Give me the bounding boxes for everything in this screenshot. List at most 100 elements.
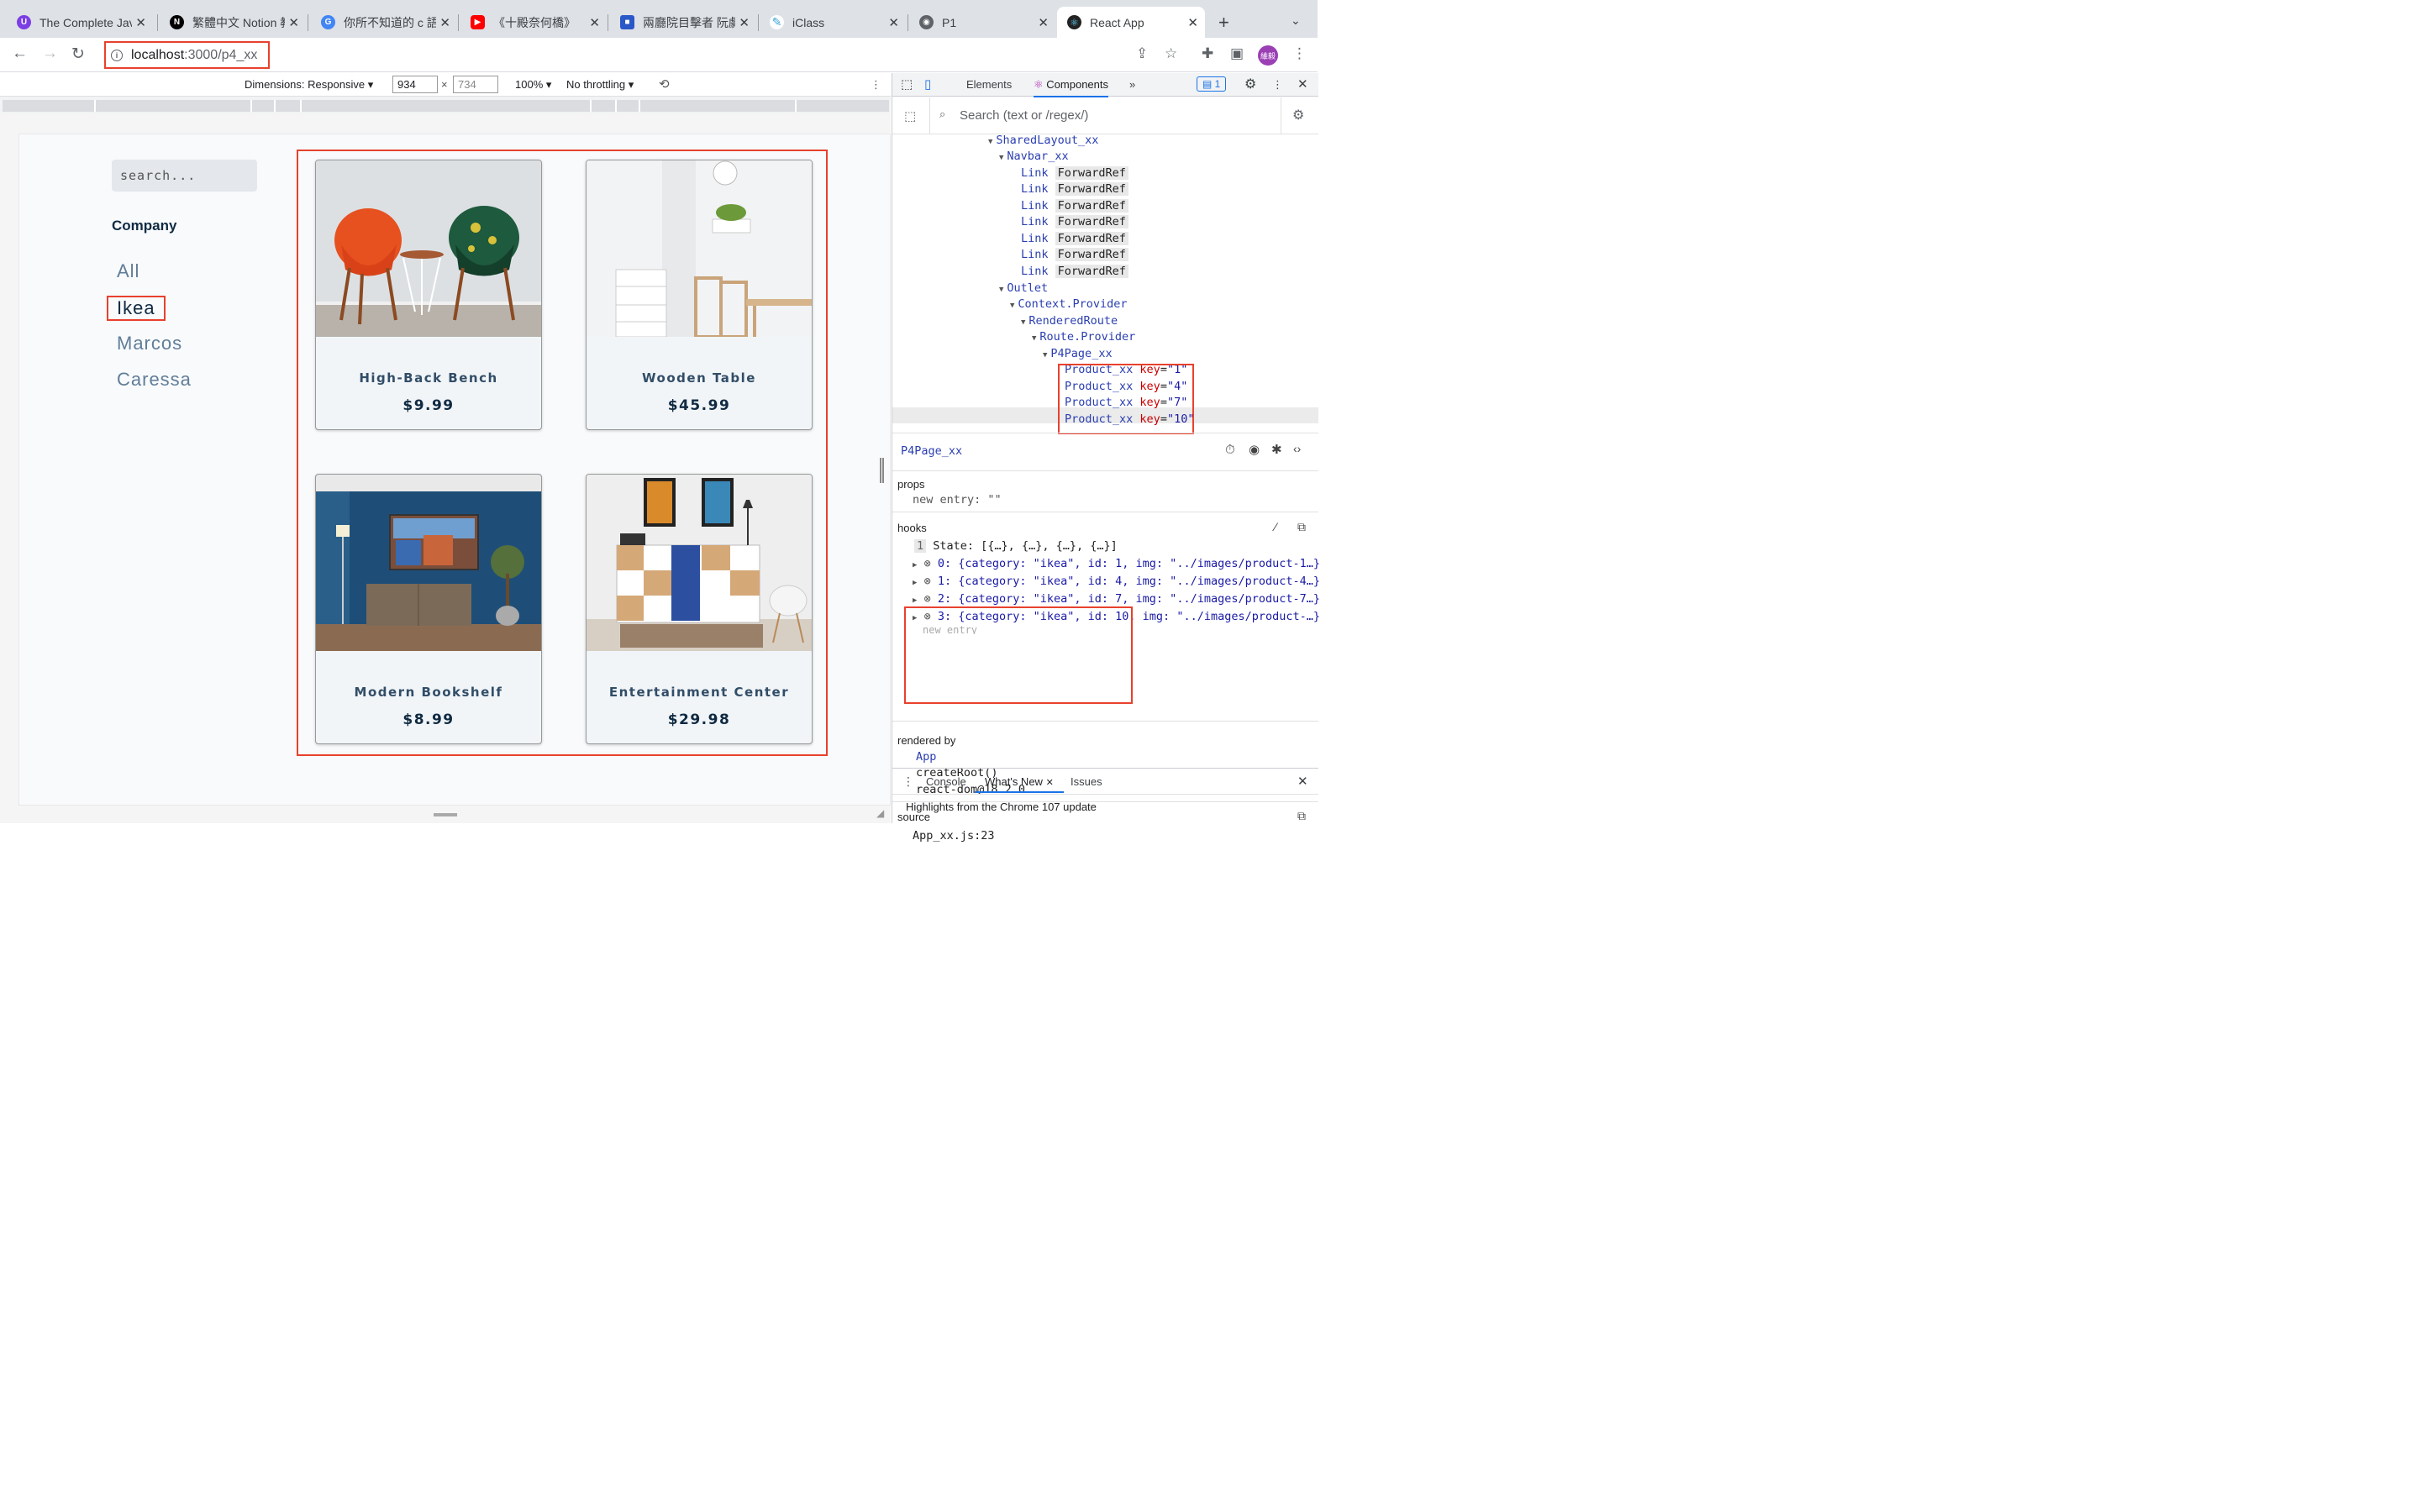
devtools-tabbar: ⬚ ▯ Elements ⚛ Components » ▤ 1 ⚙ ⋮ ✕ (892, 73, 1318, 97)
product-card[interactable]: Modern Bookshelf $8.99 (315, 474, 542, 744)
tree-node[interactable]: ▼ Navbar_xx (999, 149, 1069, 165)
close-tab-icon[interactable]: ✕ (1046, 778, 1054, 788)
search-input[interactable] (112, 160, 257, 192)
select-element-icon[interactable]: ⬚ (904, 108, 916, 123)
new-tab-icon[interactable]: + (1218, 12, 1229, 34)
tree-node[interactable]: Link ForwardRef (1021, 165, 1128, 181)
eye-icon[interactable]: ◉ (1249, 442, 1260, 457)
throttle-select[interactable]: No throttling ▾ (566, 78, 634, 92)
rendered-by-app[interactable]: App (916, 750, 936, 764)
drawer-tab-whats-new[interactable]: What's New ✕ (975, 769, 1064, 793)
inspect-cursor-icon[interactable]: ⬚ (901, 76, 913, 92)
kebab-icon[interactable]: ⋮ (1272, 78, 1283, 92)
tab-elements[interactable]: Elements (966, 78, 1012, 91)
tree-node-selected[interactable]: ▼ P4Page_xx (1043, 346, 1113, 362)
code-icon[interactable]: ‹› (1293, 442, 1301, 455)
tab-react-app[interactable]: ⚛ React App ✕ (1057, 7, 1205, 38)
dimensions-select[interactable]: Dimensions: Responsive ▾ (245, 78, 373, 92)
info-icon[interactable]: i (111, 49, 123, 61)
product-name: Modern Bookshelf (354, 685, 503, 700)
drawer-menu-icon[interactable]: ⋮ (902, 774, 914, 789)
star-icon[interactable]: ☆ (1165, 45, 1177, 62)
tree-node[interactable]: Link ForwardRef (1021, 231, 1128, 247)
category-ikea[interactable]: Ikea (107, 296, 166, 321)
close-tab-icon[interactable]: ✕ (1038, 15, 1049, 30)
tree-node[interactable]: ▼ RenderedRoute (1021, 313, 1118, 329)
tree-node[interactable]: Link ForwardRef (1021, 247, 1128, 263)
category-marcos[interactable]: Marcos (117, 333, 182, 354)
forward-arrow-icon[interactable]: → (42, 45, 58, 63)
tab-java[interactable]: U The Complete Java ✕ (0, 7, 153, 38)
side-resize-handle[interactable] (880, 458, 884, 483)
close-tab-icon[interactable]: ✕ (1187, 15, 1198, 30)
magic-wand-icon[interactable]: ⁄ (1275, 520, 1276, 533)
product-card[interactable]: Entertainment Center $29.98 (586, 474, 813, 744)
bottom-resize-handle[interactable] (434, 813, 457, 816)
tree-node[interactable]: Link ForwardRef (1021, 214, 1128, 230)
tree-node[interactable]: Link ForwardRef (1021, 264, 1128, 280)
bug-icon[interactable]: ✱ (1271, 442, 1282, 457)
rotate-icon[interactable]: ⟲ (659, 76, 670, 92)
avatar[interactable]: 維毅 (1258, 45, 1278, 66)
state-item[interactable]: ▶ ⊗ 0: {category: "ikea", id: 1, img: ".… (913, 557, 1320, 570)
component-search-input[interactable]: Search (text or /regex/) (960, 108, 1088, 123)
settings-gear-icon[interactable]: ⚙ (1292, 107, 1304, 123)
close-drawer-icon[interactable]: ✕ (1297, 774, 1308, 789)
product-card[interactable]: Wooden Table $45.99 (586, 160, 813, 430)
extensions-icon[interactable]: ✚ (1202, 45, 1213, 62)
drawer-tab-console[interactable]: Console (926, 775, 966, 788)
close-tab-icon[interactable]: ✕ (439, 15, 450, 30)
drawer-tab-issues[interactable]: Issues (1071, 775, 1102, 788)
source-location[interactable]: App_xx.js:23 (913, 829, 995, 843)
reload-icon[interactable]: ↻ (71, 45, 85, 64)
copy-icon[interactable]: ⧉ (1297, 520, 1306, 534)
tab-p1[interactable]: ◉ P1 ✕ (902, 7, 1055, 38)
gear-icon[interactable]: ⚙ (1244, 76, 1256, 92)
props-entry[interactable]: new entry: "" (913, 493, 1002, 507)
tree-node[interactable]: Link ForwardRef (1021, 181, 1128, 197)
close-tab-icon[interactable]: ✕ (888, 15, 899, 30)
issues-badge[interactable]: ▤ 1 (1197, 76, 1227, 92)
expand-arrow-icon: ▶ (913, 579, 918, 587)
chevron-down-icon[interactable]: ⌄ (1291, 13, 1301, 28)
issues-count: 1 (1214, 78, 1221, 90)
menu-kebab-icon[interactable]: ⋮ (1292, 45, 1307, 62)
device-toggle-icon[interactable]: ▯ (924, 76, 931, 92)
stopwatch-icon[interactable]: ⏱ (1225, 443, 1235, 457)
tab-iclass[interactable]: ✎ iClass ✕ (753, 7, 906, 38)
address-bar[interactable]: i localhost:3000/p4_xx (104, 41, 270, 69)
tab-youtube[interactable]: ▶ 《十殿奈何橋》 ✕ (454, 7, 607, 38)
width-input[interactable]: 934 (392, 76, 438, 93)
tree-node[interactable]: ▼ Route.Provider (1032, 329, 1135, 345)
close-tab-icon[interactable]: ✕ (135, 15, 146, 30)
tab-google[interactable]: G 你所不知道的 c 語 ✕ (304, 7, 457, 38)
close-icon[interactable]: ✕ (1297, 76, 1308, 92)
tab-notion[interactable]: N 繁體中文 Notion 教 ✕ (153, 7, 306, 38)
dimensions-label: Dimensions: Responsive (245, 78, 366, 91)
tree-node[interactable]: ▼ Context.Provider (1010, 297, 1127, 312)
tree-node[interactable]: Link ForwardRef (1021, 198, 1128, 214)
share-icon[interactable]: ⇪ (1136, 45, 1148, 62)
state-item[interactable]: ▶ ⊗ 1: {category: "ikea", id: 4, img: ".… (913, 575, 1320, 588)
tree-node[interactable]: ▼ SharedLayout_xx (988, 134, 1098, 149)
state-row[interactable]: 1 State: [{…}, {…}, {…}, {…}] (914, 539, 1118, 553)
tree-node[interactable]: ▼ Outlet (999, 281, 1048, 297)
zoom-select[interactable]: 100% ▾ (515, 78, 551, 92)
height-input[interactable]: 734 (453, 76, 498, 93)
tab-components[interactable]: ⚛ Components (1034, 78, 1108, 97)
media-query-bar[interactable] (3, 100, 889, 112)
tab-npac[interactable]: ■ 兩廳院目擊者 阮劇 ✕ (603, 7, 756, 38)
close-tab-icon[interactable]: ✕ (288, 15, 299, 30)
close-tab-icon[interactable]: ✕ (589, 15, 600, 30)
corner-resize-icon[interactable]: ◢ (876, 807, 884, 819)
product-card[interactable]: High-Back Bench $9.99 (315, 160, 542, 430)
more-options-icon[interactable]: ⋮ (871, 78, 881, 92)
category-all[interactable]: All (117, 260, 139, 282)
state-item[interactable]: ▶ ⊗ 2: {category: "ikea", id: 7, img: ".… (913, 592, 1320, 606)
react-components-icon: ⚛ (1034, 78, 1044, 91)
side-panel-icon[interactable]: ▣ (1230, 45, 1244, 62)
more-tabs-icon[interactable]: » (1129, 78, 1135, 91)
close-tab-icon[interactable]: ✕ (739, 15, 750, 30)
category-caressa[interactable]: Caressa (117, 369, 192, 391)
back-arrow-icon[interactable]: ← (12, 45, 28, 63)
